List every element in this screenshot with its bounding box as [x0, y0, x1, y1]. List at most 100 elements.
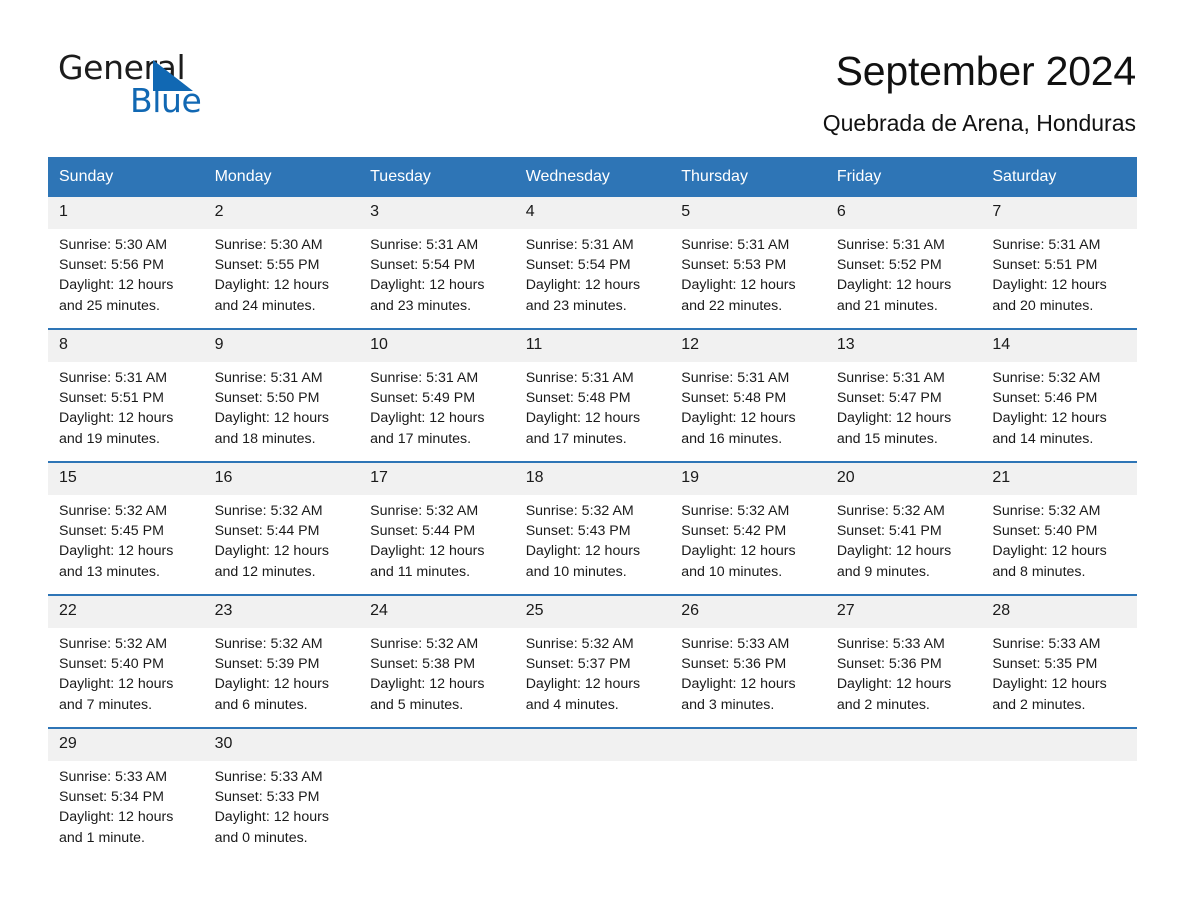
day-number[interactable]: 2	[203, 197, 360, 229]
daylight-text-line2: and 23 minutes.	[525, 297, 627, 314]
day-cell[interactable]: Sunrise: 5:31 AM Sunset: 5:50 PM Dayligh…	[204, 362, 360, 460]
sunrise-text: Sunrise: 5:33 AM	[836, 636, 945, 652]
day-cell[interactable]: Sunrise: 5:31 AM Sunset: 5:48 PM Dayligh…	[670, 362, 826, 460]
day-number[interactable]: 9	[203, 330, 360, 362]
day-number	[359, 729, 515, 761]
day-number[interactable]: 14	[981, 330, 1137, 362]
sunset-text: Sunset: 5:56 PM	[59, 257, 164, 274]
day-number[interactable]: 25	[514, 596, 671, 628]
sunrise-text: Sunrise: 5:32 AM	[525, 636, 634, 652]
day-number[interactable]: 30	[203, 729, 360, 761]
sunrise-text: Sunrise: 5:32 AM	[59, 636, 168, 652]
daylight-text-line2: and 19 minutes.	[59, 430, 160, 447]
day-number[interactable]: 27	[825, 596, 982, 628]
day-cell[interactable]: Sunrise: 5:31 AM Sunset: 5:52 PM Dayligh…	[826, 229, 982, 327]
day-cell[interactable]: Sunrise: 5:31 AM Sunset: 5:48 PM Dayligh…	[515, 362, 671, 460]
daylight-text-line2: and 5 minutes.	[370, 696, 464, 713]
day-cell[interactable]: Sunrise: 5:31 AM Sunset: 5:54 PM Dayligh…	[515, 229, 671, 327]
sunset-text: Sunset: 5:35 PM	[992, 656, 1098, 673]
day-number[interactable]: 18	[514, 463, 671, 495]
day-cell[interactable]: Sunrise: 5:32 AM Sunset: 5:37 PM Dayligh…	[515, 628, 671, 726]
day-cell[interactable]: Sunrise: 5:32 AM Sunset: 5:38 PM Dayligh…	[359, 628, 515, 726]
daylight-text-line2: and 10 minutes.	[525, 563, 627, 580]
day-number[interactable]: 4	[514, 197, 671, 229]
day-number[interactable]: 21	[981, 463, 1137, 495]
sunrise-text: Sunrise: 5:31 AM	[370, 237, 479, 253]
general-blue-logo[interactable]: General Blue	[58, 48, 258, 124]
daylight-text-line1: Daylight: 12 hours	[59, 676, 174, 693]
day-cell[interactable]: Sunrise: 5:31 AM Sunset: 5:54 PM Dayligh…	[359, 229, 515, 327]
day-cell[interactable]: Sunrise: 5:33 AM Sunset: 5:34 PM Dayligh…	[48, 761, 204, 859]
day-cell[interactable]: Sunrise: 5:30 AM Sunset: 5:56 PM Dayligh…	[48, 229, 204, 327]
calendar-header-row: Sunday Monday Tuesday Wednesday Thursday…	[48, 157, 1137, 197]
day-cell[interactable]: Sunrise: 5:32 AM Sunset: 5:45 PM Dayligh…	[48, 495, 204, 593]
day-cell[interactable]: Sunrise: 5:33 AM Sunset: 5:36 PM Dayligh…	[670, 628, 826, 726]
sunset-text: Sunset: 5:48 PM	[681, 390, 787, 407]
day-number[interactable]: 20	[825, 463, 982, 495]
daylight-text-line1: Daylight: 12 hours	[214, 277, 329, 294]
day-cell[interactable]: Sunrise: 5:31 AM Sunset: 5:49 PM Dayligh…	[359, 362, 515, 460]
day-cell[interactable]: Sunrise: 5:33 AM Sunset: 5:35 PM Dayligh…	[981, 628, 1137, 726]
daylight-text-line1: Daylight: 12 hours	[525, 543, 641, 560]
day-number	[825, 729, 982, 761]
day-cell[interactable]: Sunrise: 5:32 AM Sunset: 5:42 PM Dayligh…	[670, 495, 826, 593]
sunrise-text: Sunrise: 5:31 AM	[836, 237, 945, 253]
daylight-text-line1: Daylight: 12 hours	[681, 277, 796, 294]
daylight-text-line2: and 2 minutes.	[836, 696, 930, 713]
day-number[interactable]: 13	[825, 330, 982, 362]
day-cell[interactable]: Sunrise: 5:33 AM Sunset: 5:33 PM Dayligh…	[204, 761, 360, 859]
day-number[interactable]: 17	[359, 463, 515, 495]
daylight-text-line2: and 15 minutes.	[836, 430, 938, 447]
day-number[interactable]: 28	[981, 596, 1137, 628]
day-number[interactable]: 23	[203, 596, 360, 628]
day-number[interactable]: 15	[48, 463, 204, 495]
day-number[interactable]: 19	[670, 463, 826, 495]
day-number[interactable]: 5	[670, 197, 826, 229]
daylight-text-line1: Daylight: 12 hours	[59, 809, 174, 826]
day-number[interactable]: 29	[48, 729, 204, 761]
day-number[interactable]: 11	[514, 330, 671, 362]
day-number	[670, 729, 826, 761]
daylight-text-line2: and 0 minutes.	[214, 829, 308, 846]
sunrise-text: Sunrise: 5:32 AM	[370, 636, 479, 652]
day-cell[interactable]: Sunrise: 5:32 AM Sunset: 5:44 PM Dayligh…	[359, 495, 515, 593]
weekday-header-friday: Friday	[825, 157, 982, 197]
sunrise-text: Sunrise: 5:32 AM	[214, 503, 323, 519]
day-number[interactable]: 8	[48, 330, 204, 362]
day-cell[interactable]: Sunrise: 5:32 AM Sunset: 5:43 PM Dayligh…	[515, 495, 671, 593]
day-cell[interactable]: Sunrise: 5:31 AM Sunset: 5:53 PM Dayligh…	[670, 229, 826, 327]
day-number[interactable]: 7	[981, 197, 1137, 229]
day-number[interactable]: 12	[670, 330, 826, 362]
day-cell[interactable]: Sunrise: 5:32 AM Sunset: 5:39 PM Dayligh…	[204, 628, 360, 726]
day-cell[interactable]: Sunrise: 5:30 AM Sunset: 5:55 PM Dayligh…	[204, 229, 360, 327]
day-number[interactable]: 22	[48, 596, 204, 628]
day-cell[interactable]: Sunrise: 5:32 AM Sunset: 5:46 PM Dayligh…	[981, 362, 1137, 460]
day-cell[interactable]: Sunrise: 5:32 AM Sunset: 5:40 PM Dayligh…	[981, 495, 1137, 593]
day-cell[interactable]: Sunrise: 5:32 AM Sunset: 5:40 PM Dayligh…	[48, 628, 204, 726]
daylight-text-line1: Daylight: 12 hours	[992, 676, 1107, 693]
day-cell[interactable]: Sunrise: 5:32 AM Sunset: 5:41 PM Dayligh…	[826, 495, 982, 593]
day-number[interactable]: 26	[670, 596, 826, 628]
day-number[interactable]: 1	[48, 197, 204, 229]
day-number[interactable]: 6	[825, 197, 982, 229]
day-cell[interactable]: Sunrise: 5:31 AM Sunset: 5:51 PM Dayligh…	[981, 229, 1137, 327]
sunrise-text: Sunrise: 5:32 AM	[992, 503, 1101, 519]
location-subtitle: Quebrada de Arena, Honduras	[822, 109, 1136, 136]
daylight-text-line1: Daylight: 12 hours	[525, 676, 641, 693]
sunset-text: Sunset: 5:40 PM	[59, 656, 164, 673]
sunset-text: Sunset: 5:55 PM	[214, 257, 320, 274]
day-cell[interactable]: Sunrise: 5:32 AM Sunset: 5:44 PM Dayligh…	[204, 495, 360, 593]
sunset-text: Sunset: 5:37 PM	[525, 656, 631, 673]
week-2-daynumber-row: 8 9 10 11 12 13 14	[48, 330, 1137, 362]
day-cell[interactable]: Sunrise: 5:33 AM Sunset: 5:36 PM Dayligh…	[826, 628, 982, 726]
day-number[interactable]: 24	[359, 596, 515, 628]
daylight-text-line2: and 20 minutes.	[992, 297, 1094, 314]
day-number[interactable]: 3	[359, 197, 515, 229]
day-number[interactable]: 16	[203, 463, 360, 495]
day-number[interactable]: 10	[359, 330, 515, 362]
day-cell[interactable]: Sunrise: 5:31 AM Sunset: 5:47 PM Dayligh…	[826, 362, 982, 460]
day-cell[interactable]: Sunrise: 5:31 AM Sunset: 5:51 PM Dayligh…	[48, 362, 204, 460]
sunset-text: Sunset: 5:43 PM	[525, 523, 631, 540]
logo-text-blue: Blue	[130, 81, 202, 120]
sunrise-text: Sunrise: 5:32 AM	[214, 636, 323, 652]
